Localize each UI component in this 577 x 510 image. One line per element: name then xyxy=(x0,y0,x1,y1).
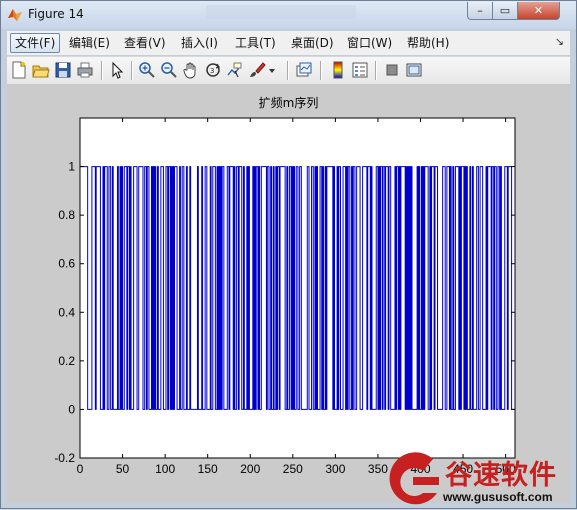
show-plot-tools-icon[interactable] xyxy=(405,61,423,79)
link-plot-icon[interactable] xyxy=(295,61,313,79)
blurred-background-area xyxy=(206,5,356,19)
watermark-brand: 谷速软件 xyxy=(445,460,557,491)
toolbar: 3 xyxy=(7,56,570,85)
pointer-icon[interactable] xyxy=(108,61,126,79)
y-tick-label: 0.8 xyxy=(58,208,75,222)
new-figure-icon[interactable] xyxy=(10,61,28,79)
x-tick-label: 100 xyxy=(155,462,175,476)
save-icon[interactable] xyxy=(54,61,72,79)
x-tick-label: 150 xyxy=(198,462,218,476)
menu-bar: 文件(F) 编辑(E) 查看(V) 插入(I) 工具(T) 桌面(D) 窗口(W… xyxy=(7,31,570,55)
menu-tools[interactable]: 工具(T) xyxy=(231,33,280,53)
dropdown-arrow-icon[interactable] xyxy=(267,61,277,79)
pan-hand-icon[interactable] xyxy=(182,61,200,79)
y-tick-label: 0.4 xyxy=(58,305,75,319)
menu-desktop[interactable]: 桌面(D) xyxy=(287,33,338,53)
y-tick-label: 0.2 xyxy=(58,354,75,368)
brush-icon[interactable] xyxy=(248,61,266,79)
zoom-in-icon[interactable] xyxy=(138,61,156,79)
menu-view[interactable]: 查看(V) xyxy=(120,33,170,53)
y-tick-label: -0.2 xyxy=(54,451,75,465)
colorbar-icon[interactable] xyxy=(329,61,347,79)
print-icon[interactable] xyxy=(76,61,94,79)
x-tick-label: 50 xyxy=(116,462,130,476)
menu-edit[interactable]: 编辑(E) xyxy=(65,33,114,53)
watermark: 谷速软件 www.gususoft.com xyxy=(383,449,577,510)
plot-axes[interactable]: 050100150200250300350400450500-0.200.20.… xyxy=(7,84,570,503)
menu-insert[interactable]: 插入(I) xyxy=(177,33,222,53)
x-tick-label: 200 xyxy=(240,462,260,476)
hide-plot-tools-icon[interactable] xyxy=(383,61,401,79)
figure-window: Figure 14 – ▭ ✕ 文件(F) 编辑(E) 查看(V) 插入(I) … xyxy=(0,0,577,509)
title-bar[interactable]: Figure 14 – ▭ ✕ xyxy=(1,1,576,29)
data-cursor-icon[interactable] xyxy=(226,61,244,79)
x-tick-label: 250 xyxy=(283,462,303,476)
open-file-icon[interactable] xyxy=(32,61,50,79)
y-tick-label: 0.6 xyxy=(58,257,75,271)
matlab-logo-icon xyxy=(8,9,22,21)
legend-icon[interactable] xyxy=(351,61,369,79)
gususoft-logo-icon xyxy=(389,452,439,505)
rotate-3d-icon[interactable]: 3 xyxy=(204,61,222,79)
window-title: Figure 14 xyxy=(28,7,84,21)
maximize-button[interactable]: ▭ xyxy=(492,2,518,20)
y-tick-label: 0 xyxy=(68,402,75,416)
menu-window[interactable]: 窗口(W) xyxy=(343,33,396,53)
menu-help[interactable]: 帮助(H) xyxy=(403,33,453,53)
dock-arrow-icon[interactable]: ↘ xyxy=(555,35,564,48)
zoom-out-icon[interactable] xyxy=(160,61,178,79)
figure-canvas: 扩频m序列 050100150200250300350400450500-0.2… xyxy=(7,84,570,503)
y-tick-label: 1 xyxy=(68,160,75,174)
x-tick-label: 300 xyxy=(325,462,345,476)
minimize-button[interactable]: – xyxy=(467,2,493,20)
watermark-url: www.gususoft.com xyxy=(443,490,553,504)
svg-text:3: 3 xyxy=(210,67,214,75)
x-tick-label: 0 xyxy=(77,462,84,476)
menu-file[interactable]: 文件(F) xyxy=(10,33,61,53)
close-button[interactable]: ✕ xyxy=(517,2,560,20)
